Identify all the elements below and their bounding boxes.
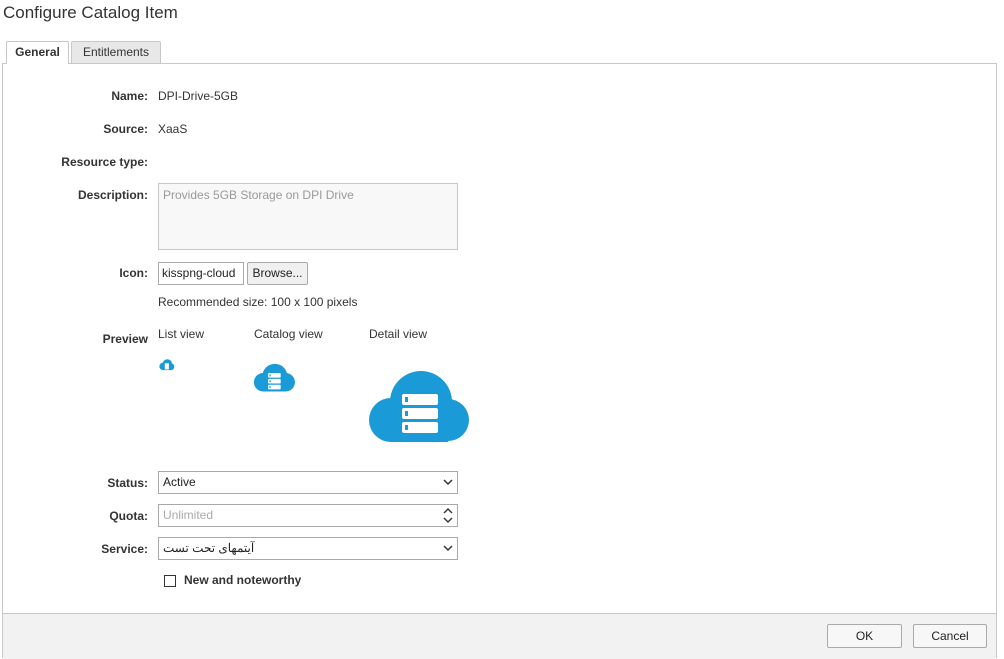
ok-button[interactable]: OK <box>827 624 902 648</box>
description-textarea[interactable]: Provides 5GB Storage on DPI Drive <box>158 183 458 250</box>
cloud-server-icon-medium <box>253 363 295 392</box>
name-label: Name: <box>111 89 148 103</box>
quota-label: Quota: <box>109 509 148 523</box>
service-select[interactable]: آیتمهای تحت تست <box>158 537 458 560</box>
tab-general[interactable]: General <box>6 41 69 64</box>
dialog-footer: OK Cancel <box>3 613 996 659</box>
general-panel <box>2 63 997 658</box>
new-noteworthy-label: New and noteworthy <box>184 573 302 587</box>
resource-type-label: Resource type: <box>61 155 148 169</box>
description-label: Description: <box>77 188 148 202</box>
service-label: Service: <box>101 542 148 556</box>
preview-label: Preview <box>102 332 148 346</box>
status-label: Status: <box>107 476 148 490</box>
cloud-server-icon-large <box>369 371 469 442</box>
quota-input[interactable]: Unlimited <box>158 504 458 527</box>
preview-detail-view-label: Detail view <box>369 327 428 341</box>
status-select[interactable]: Active <box>158 471 458 494</box>
chevron-down-icon <box>443 545 453 552</box>
quota-placeholder: Unlimited <box>163 508 214 522</box>
new-noteworthy-checkbox[interactable] <box>164 575 176 587</box>
icon-file-field[interactable]: kisspng-cloud <box>158 262 244 285</box>
page-title: Configure Catalog Item <box>3 3 178 22</box>
preview-list-view-label: List view <box>158 327 205 341</box>
name-value: DPI-Drive-5GB <box>158 89 239 103</box>
preview-catalog-view-label: Catalog view <box>254 327 323 341</box>
status-select-value: Active <box>163 475 196 489</box>
source-value: XaaS <box>158 122 188 136</box>
tab-entitlements[interactable]: Entitlements <box>71 41 161 63</box>
chevron-down-icon <box>443 479 453 486</box>
spinner-arrows-icon[interactable] <box>443 507 453 524</box>
source-label: Source: <box>103 122 148 136</box>
icon-label: Icon: <box>119 266 148 280</box>
cloud-server-icon-small <box>159 359 175 371</box>
service-select-value: آیتمهای تحت تست <box>163 541 255 555</box>
cancel-button[interactable]: Cancel <box>913 624 987 648</box>
browse-button[interactable]: Browse... <box>247 262 308 285</box>
recommended-size-text: Recommended size: 100 x 100 pixels <box>158 295 358 309</box>
